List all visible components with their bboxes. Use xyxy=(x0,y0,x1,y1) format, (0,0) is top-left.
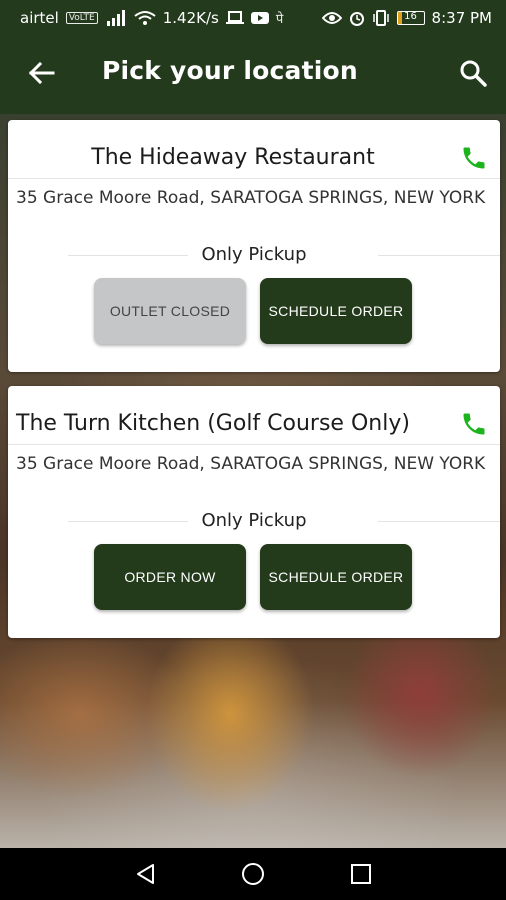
battery-level: 16 xyxy=(404,11,417,22)
divider xyxy=(378,255,500,256)
divider xyxy=(8,178,500,179)
phone-icon[interactable] xyxy=(460,410,488,438)
nav-home-icon[interactable] xyxy=(241,862,265,886)
nav-back-icon[interactable] xyxy=(134,862,158,886)
location-card[interactable]: The Hideaway Restaurant 35 Grace Moore R… xyxy=(8,120,500,372)
location-address: 35 Grace Moore Road, SARATOGA SPRINGS, N… xyxy=(16,188,486,208)
volte-badge: VoLTE xyxy=(65,12,98,24)
location-name: The Hideaway Restaurant xyxy=(91,145,375,170)
laptop-icon xyxy=(225,11,244,24)
schedule-order-button[interactable]: SCHEDULE ORDER xyxy=(260,278,412,344)
status-left: airtel VoLTE 1.42K/s पे xyxy=(20,9,283,27)
alarm-icon xyxy=(349,12,364,26)
page-title: Pick your location xyxy=(102,56,358,85)
location-card[interactable]: The Turn Kitchen (Golf Course Only) 35 G… xyxy=(8,386,500,638)
signal-icon xyxy=(106,10,125,26)
schedule-order-button[interactable]: SCHEDULE ORDER xyxy=(260,544,412,610)
status-right: 16 8:37 PM xyxy=(321,9,492,27)
carrier-label: airtel xyxy=(20,9,59,27)
indic-glyph-icon: पे xyxy=(275,12,284,27)
order-now-button[interactable]: ORDER NOW xyxy=(94,544,246,610)
youtube-icon xyxy=(250,12,269,24)
divider xyxy=(378,521,500,522)
location-address: 35 Grace Moore Road, SARATOGA SPRINGS, N… xyxy=(16,454,486,474)
nav-recents-icon[interactable] xyxy=(349,862,373,886)
pickup-row: Only Pickup xyxy=(8,510,500,534)
pickup-row: Only Pickup xyxy=(8,244,500,268)
vibrate-icon xyxy=(372,10,389,26)
search-icon[interactable] xyxy=(458,58,488,88)
status-bar: airtel VoLTE 1.42K/s पे 16 8:37 PM xyxy=(0,0,506,36)
wifi-icon xyxy=(134,11,156,25)
system-nav-bar xyxy=(0,848,506,900)
back-arrow-icon[interactable] xyxy=(26,58,56,88)
clock: 8:37 PM xyxy=(431,9,492,27)
location-name: The Turn Kitchen (Golf Course Only) xyxy=(16,411,410,436)
network-speed: 1.42K/s xyxy=(162,9,219,27)
app-bar: Pick your location xyxy=(0,36,506,114)
divider xyxy=(8,444,500,445)
outlet-closed-button: OUTLET CLOSED xyxy=(94,278,246,344)
eye-icon xyxy=(321,12,342,24)
battery-icon: 16 xyxy=(396,11,425,25)
phone-icon[interactable] xyxy=(460,144,488,172)
